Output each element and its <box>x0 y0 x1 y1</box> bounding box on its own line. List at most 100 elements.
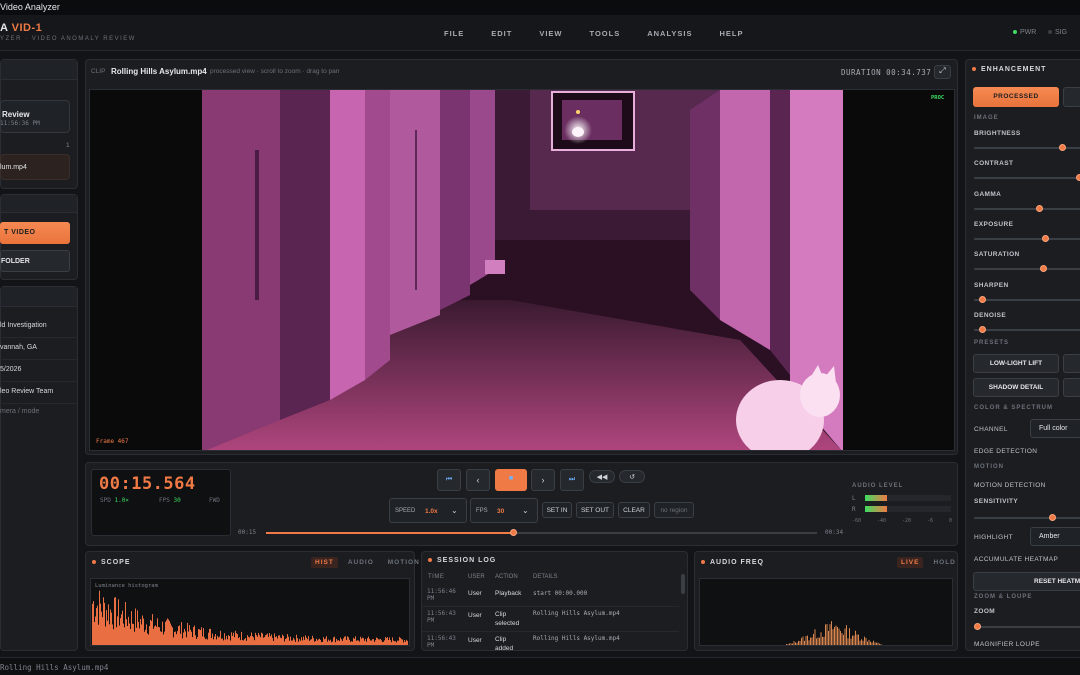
audio-meter-right <box>865 506 951 512</box>
channel-select[interactable]: Full color <box>1030 419 1080 438</box>
exposure-knob[interactable] <box>1042 234 1049 242</box>
preset-low-light-button[interactable]: LOW-LIGHT LIFT <box>973 354 1059 373</box>
zoom-slider[interactable] <box>974 626 1080 628</box>
histogram-bar <box>177 631 178 645</box>
chevron-down-icon: ⌄ <box>522 506 529 515</box>
original-toggle[interactable] <box>1063 87 1080 107</box>
preset-extra-button[interactable] <box>1063 354 1080 373</box>
stop-icon: ■ <box>508 475 514 482</box>
menu-tools[interactable]: TOOLS <box>590 29 621 38</box>
histogram-bar <box>138 621 139 645</box>
loop-button[interactable]: ↺ <box>619 470 645 483</box>
pwr-indicator-icon <box>1013 30 1017 35</box>
histogram-bar <box>189 625 190 645</box>
histogram-bar <box>401 639 402 645</box>
motion-detection-toggle[interactable]: MOTION DETECTION <box>974 482 1046 489</box>
tab-motion[interactable]: MOTION <box>384 557 424 568</box>
menu-analysis[interactable]: ANALYSIS <box>647 29 692 38</box>
skip-start-button[interactable]: ⏮ <box>437 469 461 491</box>
zoom-knob[interactable] <box>974 623 981 630</box>
reset-heatmap-button[interactable]: RESET HEATM <box>973 572 1080 591</box>
log-scrollbar[interactable] <box>681 574 685 594</box>
histogram-bar <box>299 639 300 645</box>
histogram-bar <box>367 638 368 645</box>
highlight-select[interactable]: Amber <box>1030 527 1080 546</box>
histogram-bar <box>242 640 243 645</box>
step-forward-button[interactable]: › <box>531 469 555 491</box>
import-folder-button[interactable]: FOLDER <box>0 250 70 272</box>
import-video-button[interactable]: T VIDEO <box>0 222 70 244</box>
set-in-button[interactable]: SET IN <box>542 502 572 518</box>
contrast-slider[interactable] <box>974 177 1080 180</box>
spectrum-bar <box>858 634 859 645</box>
sensitivity-knob[interactable] <box>1049 514 1056 521</box>
spectrum-bar <box>880 644 882 645</box>
menu-help[interactable]: HELP <box>719 29 743 38</box>
sharpen-slider[interactable] <box>974 298 1080 301</box>
histogram-bar <box>248 636 249 645</box>
histogram-bar <box>134 631 135 645</box>
menu-file[interactable]: FILE <box>444 29 464 38</box>
histogram-bar <box>390 640 391 645</box>
spectrum-bar <box>847 638 849 645</box>
tab-audio[interactable]: AUDIO <box>344 557 378 568</box>
exposure-slider[interactable] <box>974 237 1080 240</box>
tab-live[interactable]: LIVE <box>897 557 924 568</box>
histogram-bar <box>368 636 369 645</box>
processed-toggle[interactable]: PROCESSED <box>973 87 1059 107</box>
histogram-bar <box>373 639 374 645</box>
gamma-knob[interactable] <box>1036 204 1043 212</box>
reverse-button[interactable]: ◀◀ <box>589 470 615 483</box>
histogram-bar <box>139 628 140 645</box>
video-viewport[interactable] <box>89 89 955 451</box>
table-row: 11:56:46 PM User Playback start 00:00.00… <box>421 586 679 607</box>
denoise-knob[interactable] <box>979 325 986 333</box>
fullscreen-button[interactable]: ⤢ <box>934 65 951 79</box>
histogram-bar <box>183 632 184 645</box>
skip-end-button[interactable]: ⏭ <box>560 469 584 491</box>
set-out-button[interactable]: SET OUT <box>576 502 614 518</box>
histogram-bar <box>270 636 271 645</box>
clear-button[interactable]: CLEAR <box>618 502 650 518</box>
gamma-slider[interactable] <box>974 207 1080 210</box>
histogram-bar <box>99 590 100 645</box>
histogram-bar <box>250 635 251 645</box>
histogram-bar <box>109 624 110 645</box>
accumulate-heatmap-toggle[interactable]: ACCUMULATE HEATMAP <box>974 556 1058 563</box>
histogram-bar <box>269 633 270 645</box>
histogram-bar <box>303 636 304 645</box>
stop-button[interactable]: ■ <box>495 469 527 491</box>
histogram-bar <box>170 623 171 645</box>
brand-prefix: A <box>0 22 9 34</box>
tab-hist[interactable]: HIST <box>311 557 338 568</box>
preset-shadow-detail-button[interactable]: SHADOW DETAIL <box>973 378 1059 397</box>
tab-hold[interactable]: HOLD <box>929 557 959 568</box>
sensitivity-slider[interactable] <box>974 517 1080 519</box>
edge-detection-toggle[interactable]: EDGE DETECTION <box>974 448 1037 455</box>
region-indicator: no region <box>654 502 694 518</box>
spectrum-bar <box>841 633 843 645</box>
histogram-bar <box>354 638 355 645</box>
magnifier-loupe-toggle[interactable]: MAGNIFIER LOUPE <box>974 641 1040 648</box>
loop-icon: ↺ <box>629 474 635 481</box>
pwr-label: PWR <box>1020 29 1037 36</box>
step-back-button[interactable]: ‹ <box>466 469 490 491</box>
log-header-time: TIME <box>428 574 445 580</box>
brightness-knob[interactable] <box>1059 144 1066 151</box>
histogram-bar <box>227 639 228 645</box>
sharpen-knob[interactable] <box>979 295 986 303</box>
spectrum-bar <box>799 640 801 645</box>
contrast-knob[interactable] <box>1076 174 1080 182</box>
menu-view[interactable]: VIEW <box>539 29 562 38</box>
histogram-bar <box>278 635 279 645</box>
histogram-bar <box>100 603 101 645</box>
preset-extra-button-2[interactable] <box>1063 378 1080 397</box>
denoise-slider[interactable] <box>974 328 1080 331</box>
saturation-slider[interactable] <box>974 268 1080 271</box>
histogram-bar <box>237 634 238 645</box>
histogram-bar <box>347 636 348 645</box>
histogram-bar <box>186 637 187 645</box>
histogram-bar <box>255 632 256 645</box>
timeline-playhead[interactable] <box>510 529 517 536</box>
menu-edit[interactable]: EDIT <box>491 29 512 38</box>
